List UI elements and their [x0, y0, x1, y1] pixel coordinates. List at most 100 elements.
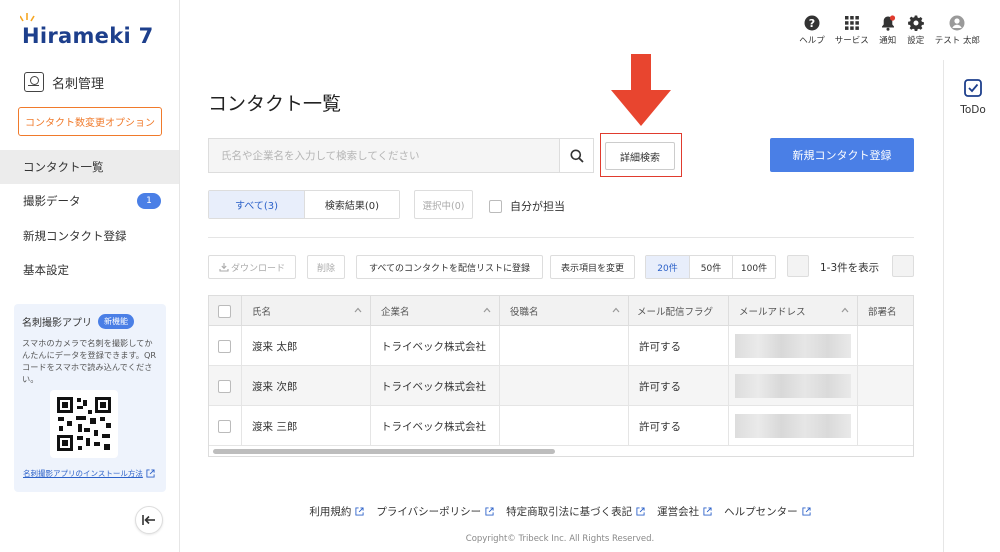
selected-button[interactable]: 選択中(0) — [414, 190, 473, 219]
page-size-50[interactable]: 50件 — [689, 256, 732, 278]
cell-department — [857, 406, 913, 446]
page-size-100[interactable]: 100件 — [732, 256, 775, 278]
cell-mail-flag: 許可する — [628, 406, 728, 446]
column-header-mail-flag[interactable]: メール配信フラグ — [628, 296, 728, 326]
logo-spark-icon — [20, 13, 35, 22]
todo-button[interactable]: ToDo — [956, 78, 990, 116]
header-help-label: ヘルプ — [799, 36, 825, 46]
header-services-label: サービス — [834, 36, 869, 46]
header-notifications[interactable]: 通知 — [879, 14, 897, 46]
table-row[interactable]: 渡来 次郎 トライベック株式会社 許可する — [209, 366, 913, 406]
header-user-menu[interactable]: テスト 太郎 — [935, 14, 980, 46]
redacted-email — [735, 374, 851, 398]
divider — [208, 237, 914, 238]
install-guide-link[interactable]: 名刺撮影アプリのインストール方法 — [23, 468, 155, 479]
next-page-button[interactable] — [892, 255, 914, 277]
gear-icon — [907, 15, 924, 31]
contact-option-button[interactable]: コンタクト数変更オプション — [18, 107, 162, 136]
column-label: 役職名 — [510, 307, 539, 318]
register-all-button[interactable]: すべてのコンタクトを配信リストに登録 — [356, 255, 543, 279]
table-row[interactable]: 渡来 三郎 トライベック株式会社 許可する — [209, 406, 913, 446]
header-settings-label: 設定 — [907, 36, 925, 46]
mine-filter[interactable]: 自分が担当 — [489, 198, 565, 214]
app-promo-title-text: 名刺撮影アプリ — [22, 318, 92, 329]
business-card-icon — [24, 72, 44, 92]
cell-name[interactable]: 渡来 次郎 — [241, 366, 370, 406]
svg-text:?: ? — [809, 17, 815, 30]
contacts-table: 氏名 企業名 役職名 メール配信フラグ メールアドレス 部署名 渡来 太郎 トラ… — [208, 295, 914, 457]
column-header-title[interactable]: 役職名 — [499, 296, 628, 326]
external-link-icon — [703, 507, 712, 516]
cell-company: トライベック株式会社 — [370, 366, 499, 406]
column-header-email[interactable]: メールアドレス — [728, 296, 857, 326]
change-columns-button[interactable]: 表示項目を変更 — [550, 255, 635, 279]
page-title: コンタクト一覧 — [208, 93, 342, 115]
cell-department — [857, 366, 913, 406]
row-checkbox[interactable] — [218, 419, 231, 433]
prev-page-button[interactable] — [787, 255, 809, 277]
footer-link-help-center[interactable]: ヘルプセンター — [724, 504, 811, 519]
select-all-checkbox[interactable] — [218, 304, 231, 318]
header-services[interactable]: サービス — [835, 14, 869, 46]
app-promo-title: 名刺撮影アプリ 新機能 — [22, 314, 158, 329]
footer-link-company[interactable]: 運営会社 — [657, 504, 712, 519]
page-size-20[interactable]: 20件 — [646, 256, 689, 278]
header-help[interactable]: ? ヘルプ — [799, 14, 825, 46]
search-input[interactable] — [209, 139, 559, 172]
sidebar-item-contact-list[interactable]: コンタクト一覧 — [0, 150, 179, 184]
mine-checkbox[interactable] — [489, 199, 502, 213]
table-row[interactable]: 渡来 太郎 トライベック株式会社 許可する — [209, 326, 913, 366]
column-label: メール配信フラグ — [637, 307, 714, 318]
todo-label: ToDo — [960, 104, 986, 116]
install-guide-label: 名刺撮影アプリのインストール方法 — [23, 469, 143, 478]
footer-link-terms[interactable]: 利用規約 — [309, 504, 364, 519]
cell-company: トライベック株式会社 — [370, 326, 499, 366]
result-count: 1-3件を表示 — [820, 262, 880, 274]
new-contact-button[interactable]: 新規コンタクト登録 — [770, 138, 914, 172]
row-select-cell — [209, 406, 241, 446]
cell-title — [499, 406, 628, 446]
todo-panel: ToDo — [943, 60, 1000, 552]
tab-search-results[interactable]: 検索結果(0) — [304, 191, 399, 218]
cell-department — [857, 326, 913, 366]
section-title-label: 名刺管理 — [52, 76, 105, 92]
new-feature-tag: 新機能 — [98, 314, 134, 329]
logo[interactable]: Hirameki 7 — [20, 13, 154, 50]
sidebar-item-label: 基本設定 — [23, 263, 69, 277]
footer-link-commerce-law[interactable]: 特定商取引法に基づく表記 — [506, 504, 645, 519]
header-settings[interactable]: 設定 — [907, 14, 925, 46]
cell-company: トライベック株式会社 — [370, 406, 499, 446]
table-header: 氏名 企業名 役職名 メール配信フラグ メールアドレス 部署名 — [209, 296, 913, 326]
download-button[interactable]: ダウンロード — [208, 255, 296, 279]
footer-link-label: ヘルプセンター — [724, 506, 798, 518]
mine-label: 自分が担当 — [510, 200, 565, 213]
external-link-icon — [636, 507, 645, 516]
footer-link-label: 運営会社 — [657, 506, 700, 518]
cell-name[interactable]: 渡来 太郎 — [241, 326, 370, 366]
column-header-company[interactable]: 企業名 — [370, 296, 499, 326]
column-header-name[interactable]: 氏名 — [241, 296, 370, 326]
cell-name[interactable]: 渡来 三郎 — [241, 406, 370, 446]
sidebar-item-label: 撮影データ — [23, 194, 81, 208]
sidebar-item-scan-data[interactable]: 撮影データ 1 — [0, 184, 179, 218]
section-title: 名刺管理 — [24, 72, 104, 92]
sort-icon — [841, 307, 849, 313]
row-checkbox[interactable] — [218, 339, 231, 353]
sidebar-item-new-contact[interactable]: 新規コンタクト登録 — [0, 219, 179, 253]
count-badge: 1 — [137, 193, 161, 209]
external-link-icon — [355, 507, 364, 516]
sidebar-item-basic-settings[interactable]: 基本設定 — [0, 253, 179, 287]
external-link-icon — [485, 507, 494, 516]
search-button[interactable] — [559, 139, 593, 172]
download-label: ダウンロード — [230, 263, 285, 274]
delete-button[interactable]: 削除 — [307, 255, 345, 279]
footer-link-privacy[interactable]: プライバシーポリシー — [376, 504, 494, 519]
advanced-search-button[interactable]: 詳細検索 — [605, 142, 675, 170]
horizontal-scrollbar[interactable] — [213, 449, 555, 454]
row-checkbox[interactable] — [218, 379, 231, 393]
filter-tabs: すべて(3) 検索結果(0) — [208, 190, 400, 219]
tab-all[interactable]: すべて(3) — [209, 191, 304, 218]
column-label: 企業名 — [381, 307, 410, 318]
column-header-department[interactable]: 部署名 — [857, 296, 913, 326]
sidebar: Hirameki 7 名刺管理 コンタクト数変更オプション コンタクト一覧 撮影… — [0, 0, 180, 552]
